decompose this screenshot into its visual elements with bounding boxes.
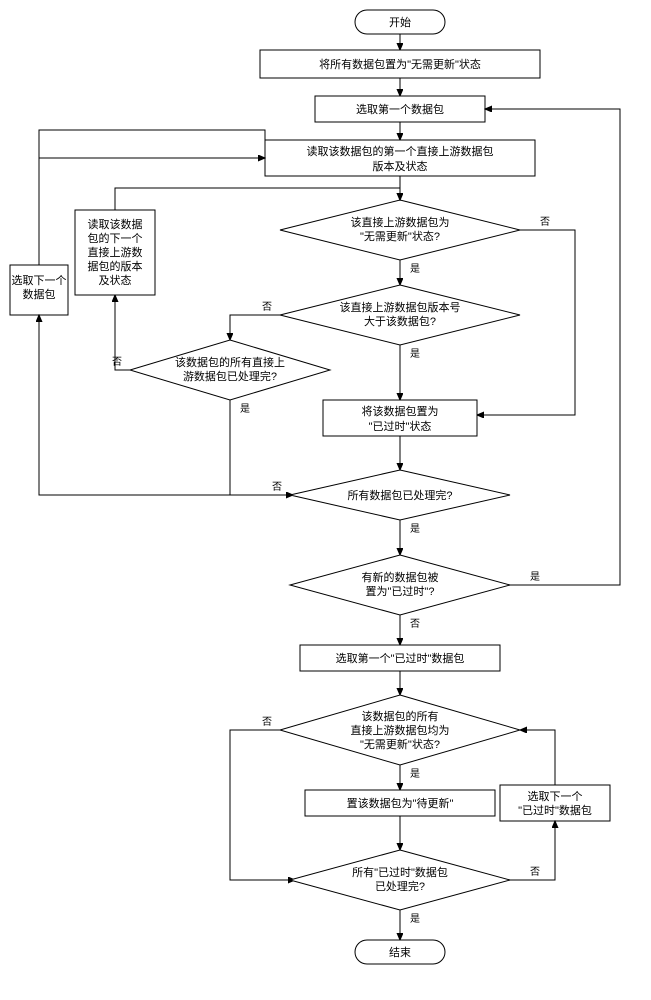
d6-yes: 是 (410, 768, 420, 780)
decision-version-greater (280, 285, 520, 345)
d6-t1: 该数据包的所有 (362, 709, 439, 723)
d3-text1: 该数据包的所有直接上 (175, 355, 285, 369)
d3-yes: 是 (240, 403, 250, 415)
d5-no: 否 (410, 618, 420, 630)
d1-text1: 该直接上游数据包为 (351, 215, 450, 229)
d2-text2: 大于该数据包? (364, 314, 436, 328)
p3-text1: 读取该数据包的第一个直接上游数据包 (307, 144, 494, 158)
p8-text: 置该数据包为"待更新" (347, 796, 454, 810)
p9-t2: "已过时"数据包 (518, 803, 592, 817)
p5-t5: 及状态 (99, 273, 132, 287)
d1-yes: 是 (410, 263, 420, 275)
d1-no: 否 (540, 216, 550, 228)
p4-t2: "已过时"状态 (369, 419, 432, 433)
d3-no: 否 (112, 356, 122, 368)
d2-no: 否 (262, 301, 272, 313)
end-label: 结束 (389, 946, 411, 959)
p2-text: 选取第一个数据包 (356, 102, 444, 116)
decision-all-outdated-done (290, 850, 510, 910)
d6-t3: "无需更新"状态? (360, 737, 440, 751)
d2-yes: 是 (410, 348, 420, 360)
p3-text2: 版本及状态 (373, 159, 428, 173)
decision-all-upstream-processed (130, 340, 330, 400)
d2-text1: 该直接上游数据包版本号 (340, 300, 461, 314)
p9-t1: 选取下一个 (528, 790, 583, 803)
p5-t2: 包的下一个 (88, 231, 143, 245)
p5-t4: 据包的版本 (88, 259, 143, 273)
d7-no: 否 (530, 866, 540, 878)
decision-no-update-state (280, 200, 520, 260)
d6-no: 否 (262, 716, 272, 728)
p5-t3: 直接上游数 (88, 245, 143, 259)
d6-t2: 直接上游数据包均为 (351, 723, 450, 737)
d5-yes: 是 (530, 571, 540, 583)
start-label: 开始 (389, 15, 411, 29)
p4-t1: 将该数据包置为 (362, 404, 439, 418)
p5-t1: 读取该数据 (88, 217, 143, 231)
d7-t1: 所有"已过时"数据包 (352, 865, 448, 879)
d3-text2: 游数据包已处理完? (183, 369, 277, 383)
p7-text: 选取第一个"已过时"数据包 (336, 651, 465, 665)
p6-t1: 选取下一个 (12, 274, 67, 287)
p6-t2: 数据包 (23, 287, 56, 301)
d4-no: 否 (272, 481, 282, 493)
d4-text: 所有数据包已处理完? (347, 488, 452, 502)
d7-yes: 是 (410, 913, 420, 925)
d4-yes: 是 (410, 523, 420, 535)
d5-t1: 有新的数据包被 (362, 570, 439, 584)
d7-t2: 已处理完? (375, 879, 425, 893)
p1-text: 将所有数据包置为"无需更新"状态 (319, 57, 481, 71)
decision-new-outdated (290, 555, 510, 615)
d5-t2: 置为"已过时"? (366, 585, 435, 598)
d1-text2: "无需更新"状态? (360, 229, 440, 243)
